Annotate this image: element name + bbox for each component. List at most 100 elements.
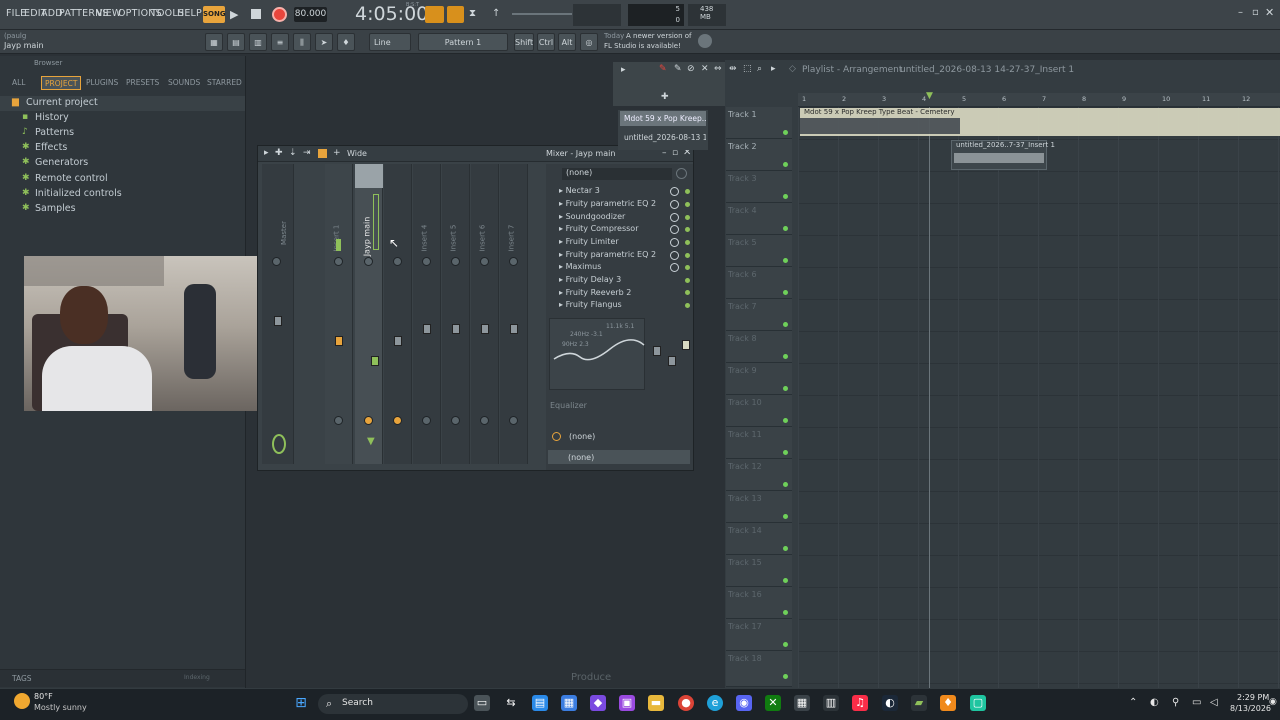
pl-delete-icon[interactable]: ⊘ (687, 64, 695, 74)
teams-icon[interactable]: ▣ (619, 695, 635, 711)
track-mute-led[interactable] (783, 322, 788, 327)
pan-knob[interactable] (364, 257, 373, 266)
edge-icon[interactable]: e (707, 695, 723, 711)
track-header[interactable]: Track 16 (726, 587, 792, 619)
mixer-strip-insert6[interactable]: Insert 6 (471, 164, 499, 464)
mixer-link-icon[interactable]: ✚ (275, 148, 283, 158)
send-knob[interactable] (509, 416, 518, 425)
clock-date[interactable]: 8/13/2026 (1230, 704, 1271, 713)
browser-item-generators[interactable]: Generators (35, 157, 88, 168)
fx-enable-led[interactable] (685, 240, 690, 245)
track-mute-led[interactable] (783, 482, 788, 487)
menu-help[interactable]: HELP (177, 8, 202, 19)
mixer-strip-insert4[interactable]: Insert 4 (413, 164, 441, 464)
weather-temp[interactable]: 80°F (34, 692, 53, 701)
track-mute-led[interactable] (783, 258, 788, 263)
notepad-icon[interactable]: ▤ (532, 695, 548, 711)
playlist-grid[interactable] (798, 107, 1280, 688)
fx-mix-knob[interactable] (670, 200, 679, 209)
track-mute-led[interactable] (783, 674, 788, 679)
fx-enable-led[interactable] (685, 278, 690, 283)
track-header[interactable]: Track 17 (726, 619, 792, 651)
mixer-arrow-icon[interactable]: ▸ (264, 148, 269, 158)
pl-mute-icon[interactable]: ✕ (701, 64, 709, 74)
tab-plugins[interactable]: PLUGINS (86, 76, 118, 90)
volume-fader[interactable] (423, 324, 431, 334)
track-mute-led[interactable] (783, 386, 788, 391)
news-icon[interactable]: ◎ (580, 33, 598, 51)
send-knob[interactable] (422, 416, 431, 425)
taskbar-search[interactable]: ⌕ Search (318, 694, 468, 714)
track-header[interactable]: Track 18 (726, 651, 792, 687)
mic-tray-icon[interactable]: ⚲ (1172, 697, 1179, 708)
mixer-strip-jayp-main[interactable]: Jayp main ▼ (355, 164, 383, 464)
news-line-1[interactable]: A newer version of (626, 32, 692, 40)
file-explorer-icon[interactable]: ▬ (648, 695, 664, 711)
master-send-icon[interactable] (272, 434, 286, 454)
tab-all[interactable]: ALL (12, 76, 26, 90)
browser-item-current-project[interactable]: Current project (26, 97, 98, 108)
pl-arrow-icon[interactable]: ▸ (621, 65, 626, 75)
stop-button[interactable] (251, 9, 261, 19)
fx-mix-knob[interactable] (670, 225, 679, 234)
track-mute-led[interactable] (783, 354, 788, 359)
notification-icon[interactable]: ◉ (1269, 697, 1277, 707)
mixer-strip-master[interactable]: Master (262, 164, 294, 464)
mixer-layout-icon[interactable] (318, 149, 327, 158)
play-button[interactable]: ▶ (230, 8, 238, 21)
mixer-strip-insert7[interactable]: Insert 7 (500, 164, 528, 464)
nvidia-icon[interactable]: ▰ (911, 695, 927, 711)
volume-icon[interactable]: ◁ (1210, 697, 1218, 708)
mixer-add-icon[interactable]: + (333, 148, 341, 158)
volume-fader[interactable] (452, 324, 460, 334)
route-arrow-icon[interactable]: ▼ (367, 436, 375, 447)
pan-knob[interactable] (393, 257, 402, 266)
fx-slot-5[interactable]: ▸ Fruity Limiter (559, 237, 619, 249)
fx-slot-8[interactable]: ▸ Fruity Delay 3 (559, 275, 621, 287)
fx-enable-led[interactable] (685, 227, 690, 232)
app-icon[interactable]: ▢ (970, 695, 986, 711)
track-mute-led[interactable] (783, 610, 788, 615)
fx-slot-7[interactable]: ▸ Maximus (559, 262, 601, 274)
playlist-icon[interactable]: ▦ (205, 33, 223, 51)
track-header[interactable]: Track 3 (726, 171, 792, 203)
loop-record-icon[interactable]: ↑ (492, 8, 500, 19)
browser-icon[interactable]: ⫼ (293, 33, 311, 51)
pl-play-icon[interactable]: ▸ (771, 64, 776, 74)
browser-item-history[interactable]: History (35, 112, 69, 123)
clock-time[interactable]: 2:29 PM (1237, 693, 1269, 702)
discord-icon[interactable]: ◉ (736, 695, 752, 711)
picker-item-1[interactable]: Mdot 59 x Pop Kreep.. (620, 111, 706, 126)
preset-selector[interactable]: (none) (562, 168, 672, 180)
fx-slot-10[interactable]: ▸ Fruity Flangus (559, 300, 622, 312)
eq-graph[interactable]: 240Hz -3.1 11.1k 5.1 90Hz 2.3 (549, 318, 645, 390)
send-knob[interactable] (393, 416, 402, 425)
wait-icon[interactable]: ⧗ (469, 8, 476, 19)
tab-project[interactable]: PROJECT (41, 76, 82, 90)
browser-item-initialized-controls[interactable]: Initialized controls (35, 188, 122, 199)
mixer-route-icon[interactable]: ⇥ (303, 148, 311, 158)
output-selector[interactable]: (none) (568, 453, 594, 462)
mixer-strip-insert5[interactable]: Insert 5 (442, 164, 470, 464)
fx-slot-2[interactable]: ▸ Fruity parametric EQ 2 (559, 199, 656, 211)
pl-draw-icon[interactable]: ✎ (659, 64, 667, 74)
pan-knob[interactable] (272, 257, 281, 266)
track-mute-led[interactable] (783, 290, 788, 295)
pl-back-icon[interactable]: ◇ (789, 64, 796, 74)
track-mute-led[interactable] (783, 418, 788, 423)
send-knob[interactable] (480, 416, 489, 425)
fx-mix-knob[interactable] (670, 213, 679, 222)
chrome-icon[interactable]: ● (678, 695, 694, 711)
pan-knob[interactable] (451, 257, 460, 266)
music-icon[interactable]: ♫ (852, 695, 868, 711)
weather-desc[interactable]: Mostly sunny (34, 703, 87, 712)
close-icon[interactable]: ✕ (1265, 6, 1274, 19)
input-selector[interactable]: (none) (569, 432, 595, 441)
fx-slot-3[interactable]: ▸ Soundgoodizer (559, 212, 625, 224)
send-knob[interactable] (334, 416, 343, 425)
fx-enable-led[interactable] (685, 253, 690, 258)
fx-enable-led[interactable] (685, 290, 690, 295)
maximize-icon[interactable]: ▫ (1252, 7, 1259, 18)
pan-knob[interactable] (480, 257, 489, 266)
eq-fader[interactable] (653, 346, 661, 356)
